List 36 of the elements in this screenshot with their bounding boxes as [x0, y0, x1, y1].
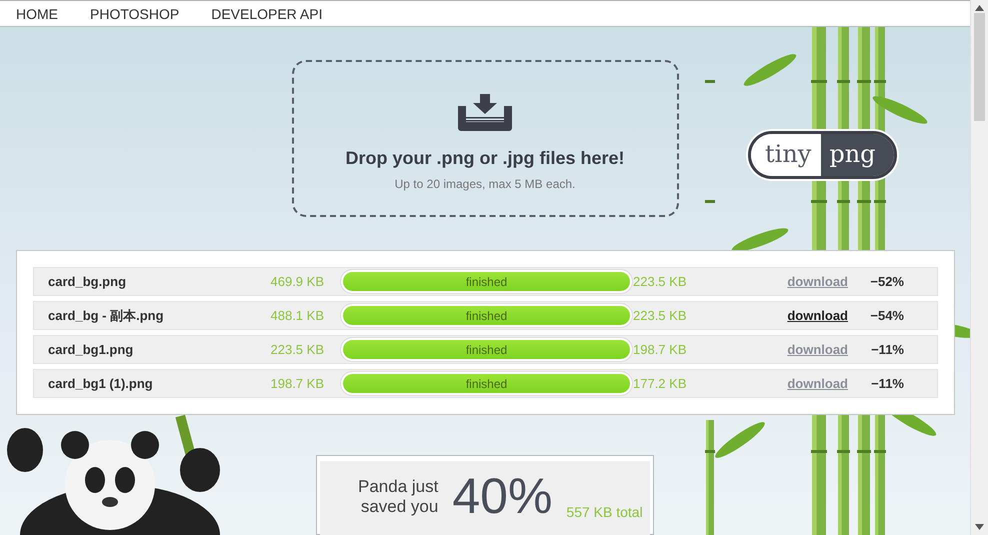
logo: tiny png — [748, 131, 897, 179]
progress-fill: finished — [343, 272, 630, 291]
progress-fill: finished — [343, 340, 630, 359]
compressed-size: 198.7 KB — [633, 342, 688, 357]
compressed-size: 223.5 KB — [633, 308, 688, 323]
nav-link[interactable]: DEVELOPER API — [211, 6, 322, 22]
compressed-size: 177.2 KB — [633, 376, 688, 391]
summary-lead: Panda just saved you — [358, 477, 438, 517]
file-name: card_bg1.png — [48, 342, 134, 357]
file-name: card_bg.png — [48, 274, 128, 289]
download-link[interactable]: download — [787, 308, 848, 323]
drop-zone[interactable]: Drop your .png or .jpg files here! Up to 20 images, max 5 MB each. — [292, 60, 678, 217]
drop-title: Drop your .png or .jpg files here! — [345, 148, 625, 169]
download-tray-icon — [456, 94, 514, 132]
compressed-size: 223.5 KB — [633, 274, 688, 289]
scroll-down-icon[interactable] — [975, 524, 984, 530]
file-name: card_bg1 (1).png — [48, 376, 154, 391]
nav-link[interactable]: HOME — [16, 6, 58, 22]
drop-subtitle: Up to 20 images, max 5 MB each. — [394, 177, 576, 191]
savings-percent: −52% — [870, 274, 904, 289]
original-size: 198.7 KB — [270, 376, 324, 391]
summary-total: 557 KB total — [566, 504, 643, 520]
savings-percent: −54% — [870, 308, 904, 323]
original-size: 469.9 KB — [270, 274, 324, 289]
original-size: 488.1 KB — [270, 308, 324, 323]
scrollbar[interactable] — [970, 0, 988, 535]
progress-fill: finished — [343, 374, 630, 393]
scroll-thumb[interactable] — [974, 13, 985, 121]
scroll-up-icon[interactable] — [975, 5, 984, 11]
file-name: card_bg - 副本.png — [48, 306, 165, 324]
savings-percent: −11% — [871, 376, 904, 391]
summary-percent: 40% — [452, 471, 552, 521]
savings-percent: −11% — [871, 342, 904, 357]
nav-link[interactable]: PHOTOSHOP — [90, 6, 180, 22]
original-size: 223.5 KB — [270, 342, 324, 357]
progress-fill: finished — [343, 306, 630, 325]
